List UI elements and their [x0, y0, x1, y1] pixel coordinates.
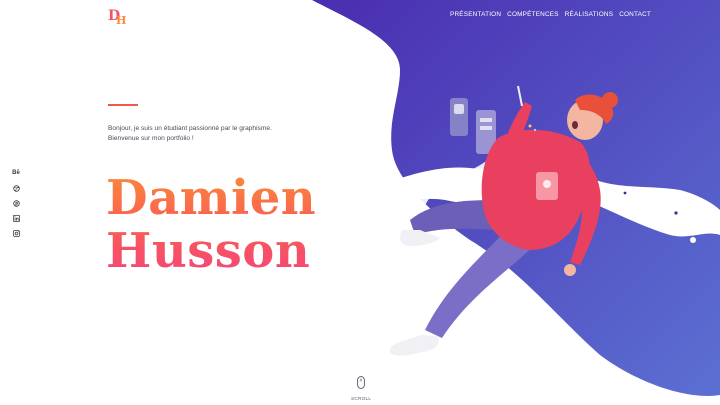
hero-name: Damien Husson: [106, 172, 316, 278]
scroll-label: SCROLL: [351, 396, 372, 401]
behance-icon[interactable]: Bē: [11, 168, 21, 178]
intro-text: Bonjour, je suis un étudiant passionné p…: [108, 124, 308, 144]
first-name: Damien: [106, 170, 317, 226]
nav-presentation[interactable]: PRÉSENTATION: [450, 11, 501, 18]
svg-text:H: H: [116, 14, 126, 25]
nav-realisations[interactable]: RÉALISATIONS: [565, 11, 613, 18]
mouse-icon: [357, 376, 365, 389]
character-illustration: [389, 85, 618, 356]
accent-divider: [108, 104, 138, 106]
page: D H PRÉSENTATION COMPÉTENCES RÉALISATION…: [0, 0, 720, 405]
linkedin-icon[interactable]: [11, 213, 21, 223]
main-nav: PRÉSENTATION COMPÉTENCES RÉALISATIONS CO…: [450, 11, 651, 18]
scroll-indicator[interactable]: SCROLL: [351, 376, 371, 401]
last-name: Husson: [106, 223, 311, 279]
intro-line-2: Bienvenue sur mon portfolio !: [108, 135, 194, 142]
nav-competences[interactable]: COMPÉTENCES: [507, 11, 559, 18]
dh-monogram-logo[interactable]: D H: [108, 5, 128, 25]
instagram-icon[interactable]: [11, 228, 21, 238]
dribbble-icon[interactable]: [11, 183, 21, 193]
behance-label: Bē: [12, 170, 20, 176]
social-links: Bē: [11, 168, 21, 238]
intro-line-1: Bonjour, je suis un étudiant passionné p…: [108, 125, 272, 132]
pinterest-icon[interactable]: [11, 198, 21, 208]
nav-contact[interactable]: CONTACT: [619, 11, 651, 18]
